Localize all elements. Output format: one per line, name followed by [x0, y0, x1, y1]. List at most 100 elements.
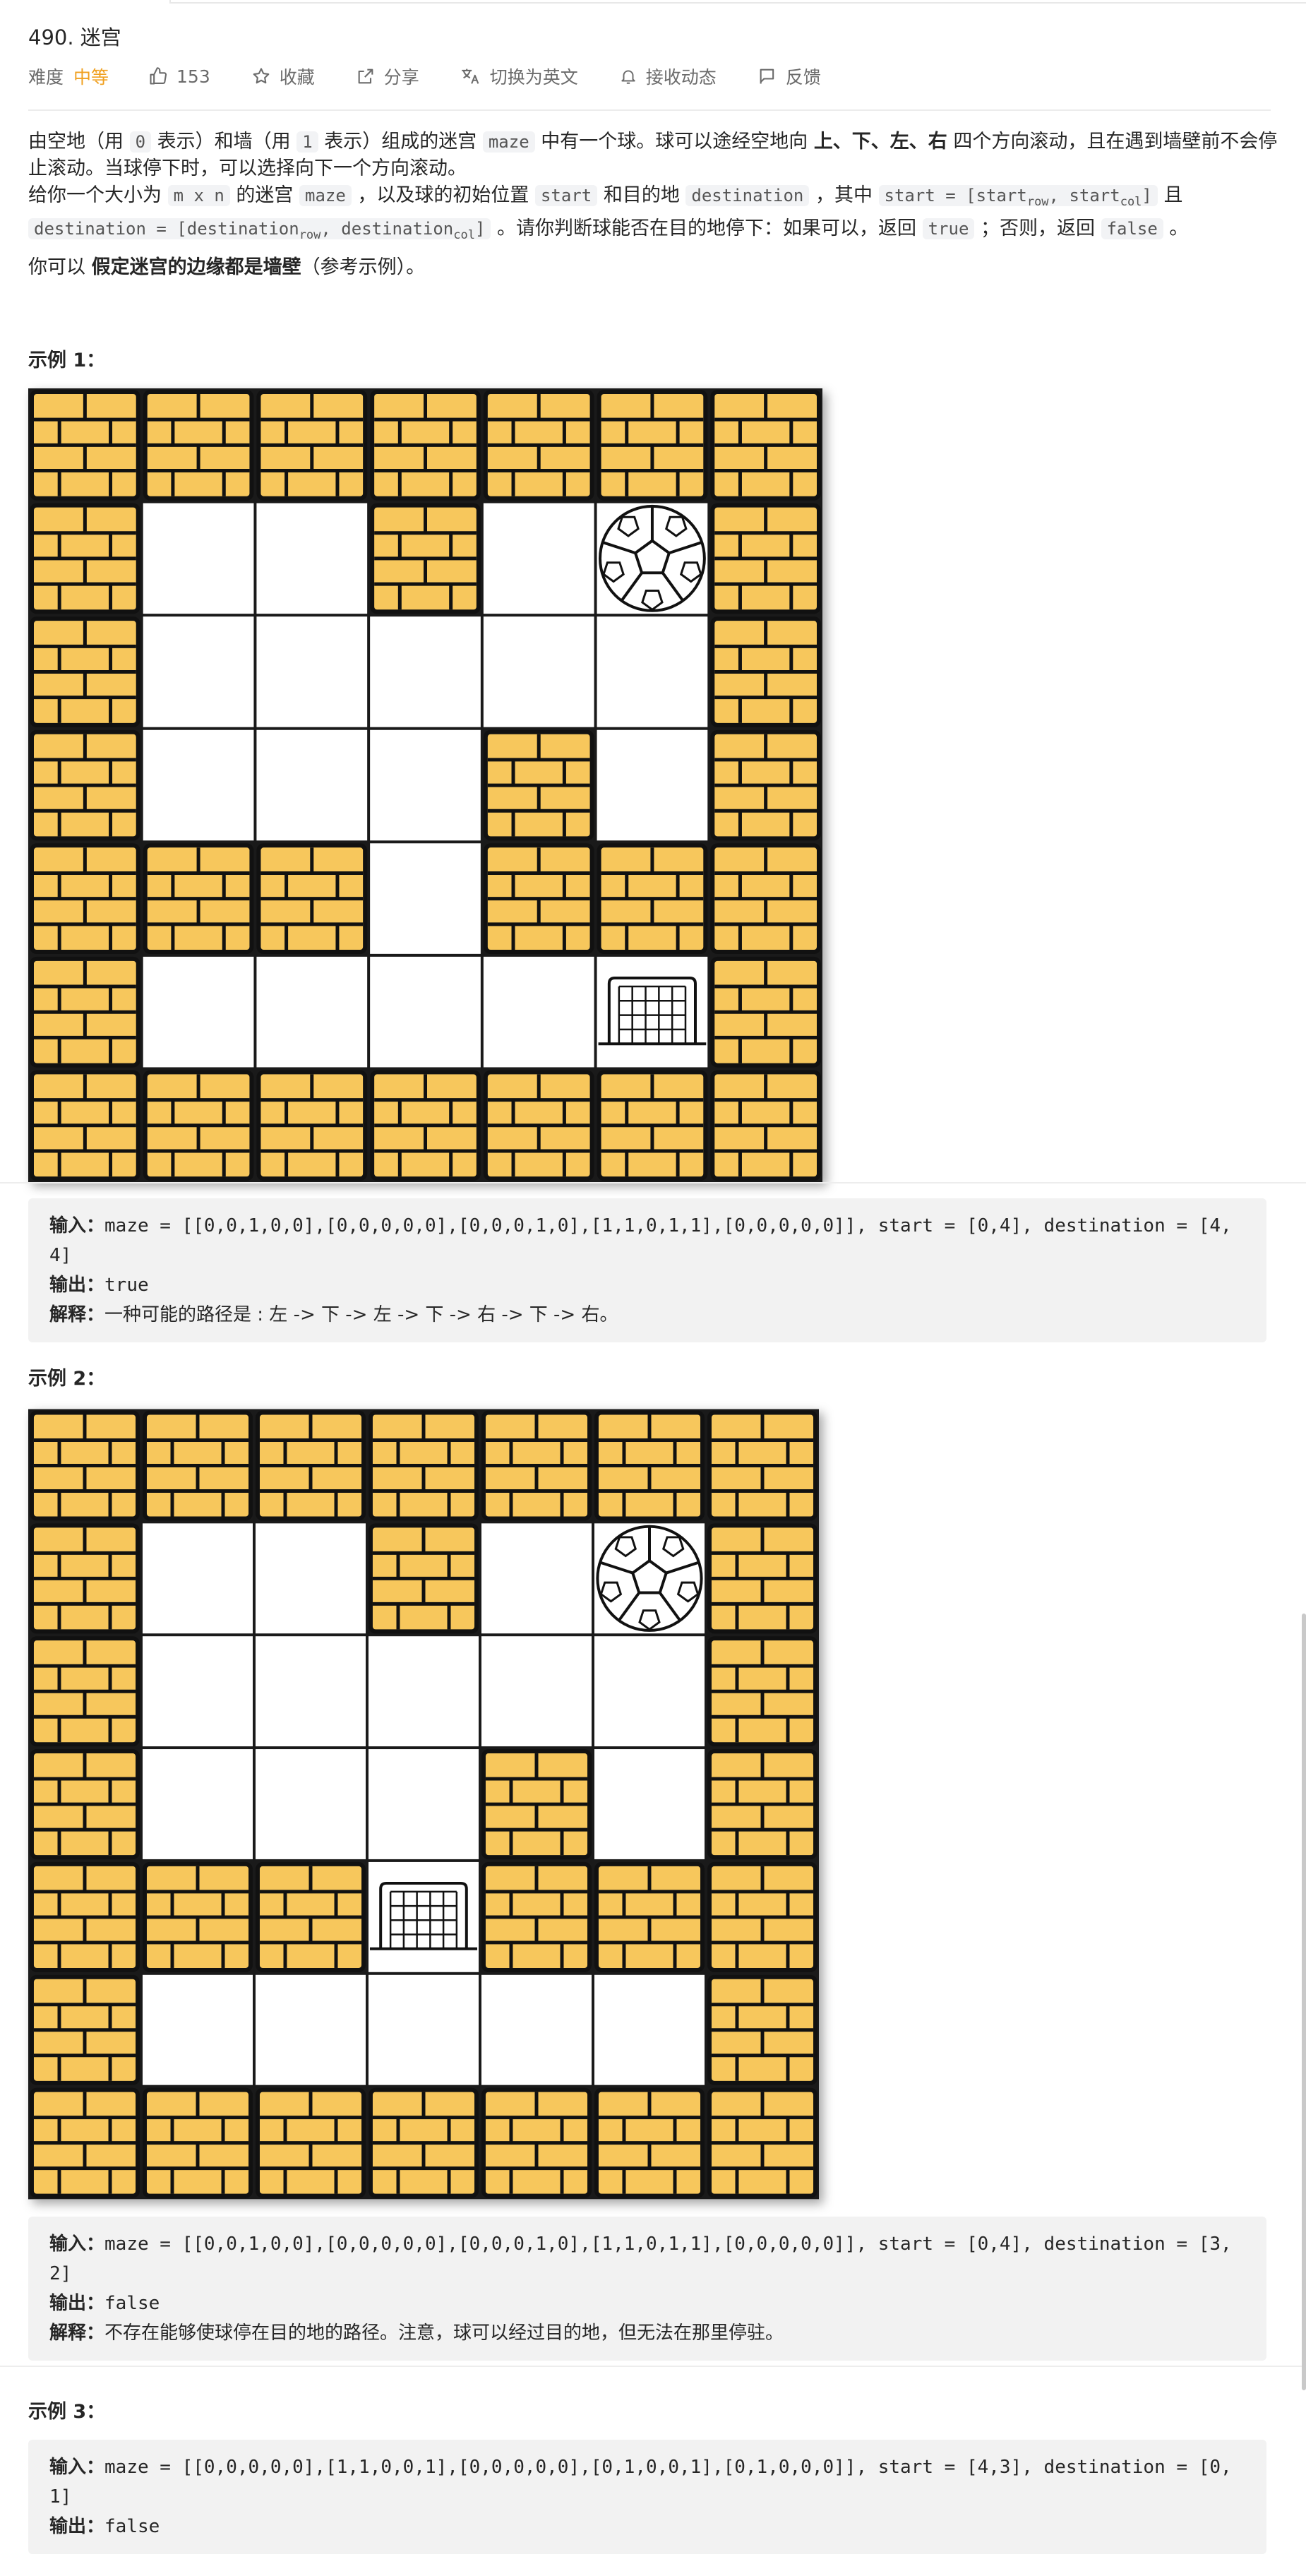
empty-cell: [597, 956, 708, 1068]
empty-cell: [370, 843, 481, 954]
example-2-code-block: 输入：maze = [[0,0,1,0,0],[0,0,0,0,0],[0,0,…: [28, 2217, 1266, 2361]
wall-cell: [481, 1410, 592, 1521]
share-label: 分享: [383, 67, 419, 88]
empty-cell: [597, 616, 708, 727]
wall-cell: [710, 1070, 821, 1181]
wall-cell: [30, 956, 140, 1068]
empty-cell: [255, 1974, 366, 2085]
wall-cell: [483, 390, 594, 501]
empty-cell: [368, 1749, 479, 1859]
example-1-code-block: 输入：maze = [[0,0,1,0,0],[0,0,0,0,0],[0,0,…: [28, 1198, 1266, 1342]
empty-cell: [594, 1749, 705, 1859]
like-count: 153: [176, 66, 210, 87]
wall-cell: [142, 1861, 253, 1972]
empty-cell: [143, 956, 254, 1068]
empty-cell: [594, 1636, 705, 1747]
thumbs-up-icon: [150, 67, 167, 85]
wall-cell: [597, 843, 708, 954]
subscribe-button[interactable]: 接收动态: [619, 64, 717, 89]
empty-cell: [256, 956, 368, 1068]
wall-cell: [370, 503, 481, 614]
ball-icon: [596, 1525, 703, 1632]
wall-cell: [29, 1749, 140, 1860]
top-border: [169, 0, 1306, 4]
wall-cell: [483, 1070, 594, 1181]
empty-cell: [256, 729, 368, 841]
description-paragraph-1: 由空地（用 0 表示）和墙（用 1 表示）组成的迷宫 maze 中有一个球。球可…: [28, 131, 1278, 179]
section-divider-2: [0, 2366, 1306, 2367]
wall-cell: [707, 1410, 818, 1521]
wall-cell: [30, 729, 140, 841]
example-3-code-block: 输入：maze = [[0,0,0,0,0],[1,1,0,0,1],[0,0,…: [28, 2440, 1266, 2554]
empty-cell: [142, 1636, 253, 1747]
empty-cell: [143, 503, 254, 614]
wall-cell: [483, 729, 594, 841]
favorite-button[interactable]: 收藏: [251, 64, 315, 89]
problem-title: 490. 迷宫: [28, 25, 121, 49]
switch-language-button[interactable]: 切换为英文: [460, 64, 578, 89]
wall-cell: [30, 390, 140, 501]
empty-cell: [255, 1523, 366, 1634]
star-icon: [253, 68, 270, 84]
wall-cell: [255, 1410, 366, 1521]
wall-cell: [597, 390, 708, 501]
empty-cell: [370, 956, 481, 1068]
bell-icon: [621, 70, 635, 84]
empty-cell: [143, 616, 254, 727]
problem-toolbar: 难度 中等 153 收藏 分享 切换为英文 接收动态 反馈: [28, 62, 862, 90]
feedback-button[interactable]: 反馈: [757, 64, 821, 89]
empty-cell: [256, 503, 368, 614]
empty-cell: [481, 1523, 592, 1634]
like-button[interactable]: 153: [148, 66, 210, 87]
feedback-label: 反馈: [785, 67, 821, 88]
wall-cell: [594, 1861, 705, 1972]
scrollbar[interactable]: [1302, 1614, 1306, 2390]
favorite-label: 收藏: [279, 67, 315, 88]
wall-cell: [597, 1070, 708, 1181]
wall-cell: [30, 843, 140, 954]
wall-cell: [29, 1410, 140, 1521]
wall-cell: [29, 1974, 140, 2085]
translate-icon: [462, 68, 479, 84]
wall-cell: [368, 1523, 479, 1634]
empty-cell: [481, 1636, 592, 1747]
empty-cell: [368, 1974, 479, 2085]
empty-cell: [483, 503, 594, 614]
wall-cell: [707, 1861, 818, 1972]
wall-cell: [143, 390, 254, 501]
empty-cell: [143, 729, 254, 841]
wall-cell: [710, 503, 821, 614]
wall-cell: [29, 1636, 140, 1747]
wall-cell: [368, 1410, 479, 1521]
wall-cell: [143, 1070, 254, 1181]
example-1-title: 示例 1：: [28, 350, 106, 371]
wall-cell: [256, 1070, 368, 1181]
empty-cell: [483, 956, 594, 1068]
empty-cell: [597, 729, 708, 841]
wall-cell: [29, 2087, 140, 2198]
empty-cell: [370, 616, 481, 727]
wall-cell: [256, 843, 368, 954]
description-paragraph-3: 你可以 假定迷宫的边缘都是墙壁（参考示例）。: [28, 256, 426, 278]
example-3-title: 示例 3：: [28, 2401, 106, 2423]
wall-cell: [256, 390, 368, 501]
flag-icon: [760, 68, 774, 84]
wall-cell: [368, 2087, 479, 2198]
share-icon: [358, 68, 373, 84]
wall-cell: [710, 956, 821, 1068]
empty-cell: [142, 1523, 253, 1634]
wall-cell: [370, 1070, 481, 1181]
wall-cell: [707, 1749, 818, 1860]
empty-cell: [255, 1636, 366, 1747]
description-paragraph-2: 给你一个大小为 m x n 的迷宫 maze ，以及球的初始位置 start 和…: [28, 184, 1189, 242]
wall-cell: [30, 1070, 140, 1181]
wall-cell: [483, 843, 594, 954]
wall-cell: [707, 1523, 818, 1634]
empty-cell: [370, 729, 481, 841]
wall-cell: [142, 1410, 253, 1521]
wall-cell: [710, 729, 821, 841]
share-button[interactable]: 分享: [356, 64, 419, 89]
wall-cell: [710, 616, 821, 727]
subscribe-label: 接收动态: [645, 67, 717, 88]
empty-cell: [142, 1974, 253, 2085]
